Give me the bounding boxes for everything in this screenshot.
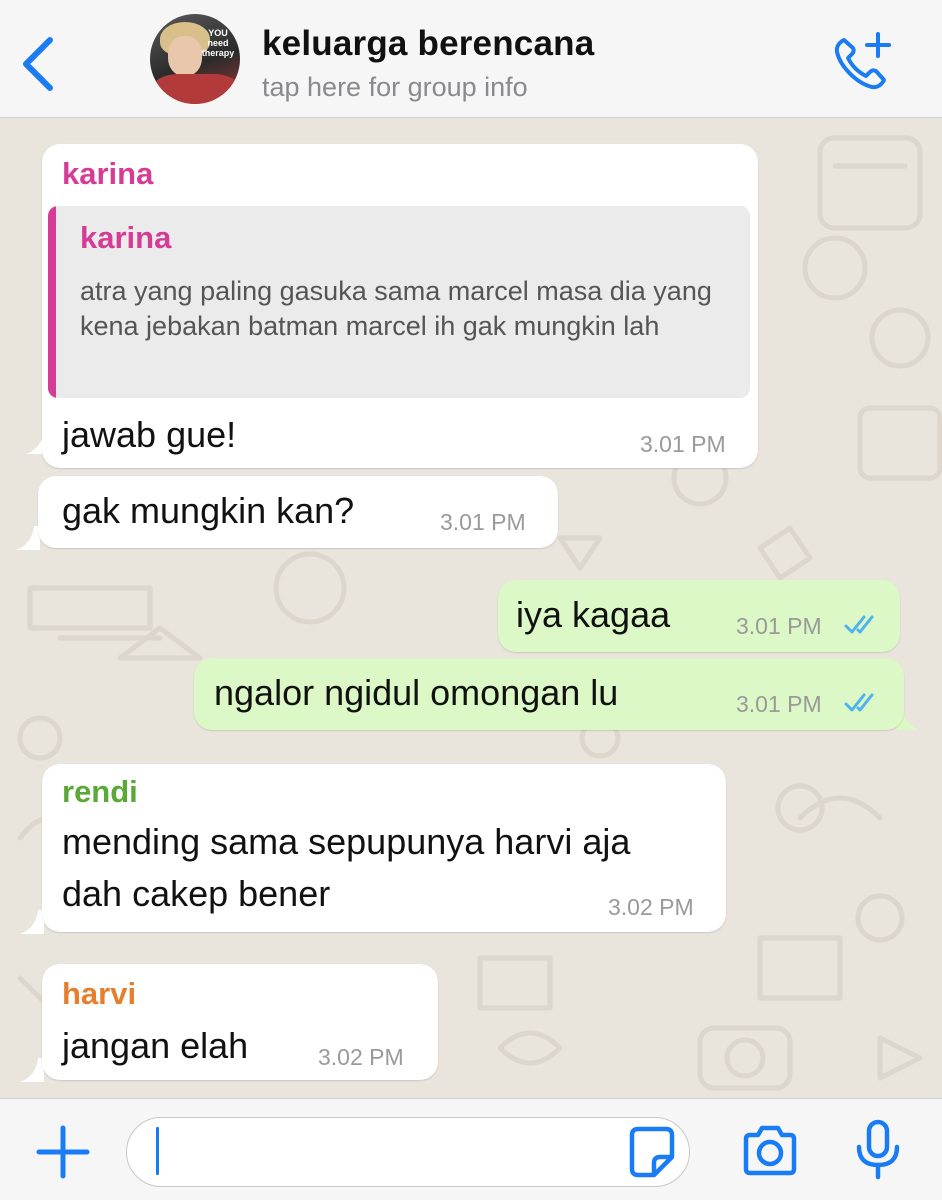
message-text: ngalor ngidul omongan lu xyxy=(214,672,619,713)
message-time: 3.01 PM xyxy=(640,431,726,457)
message-time: 3.01 PM xyxy=(440,509,526,535)
group-title[interactable]: keluarga berencana xyxy=(262,24,594,64)
add-call-button[interactable] xyxy=(830,30,894,94)
message-text: jangan elah xyxy=(62,1025,249,1066)
composer-bar xyxy=(0,1098,942,1200)
message-time: 3.01 PM xyxy=(736,691,822,717)
avatar-face xyxy=(168,36,202,76)
quoted-text: atra yang paling gasuka sama marcel masa… xyxy=(80,276,712,341)
read-receipt-icon xyxy=(844,693,874,712)
message-bubble[interactable]: karina karina atra yang paling gasuka sa… xyxy=(42,144,758,468)
sender-name: rendi xyxy=(62,774,138,809)
microphone-icon xyxy=(856,1119,900,1180)
group-avatar[interactable]: YOU need therapy xyxy=(150,14,240,104)
avatar-shirt xyxy=(154,74,238,104)
message-time: 3.02 PM xyxy=(608,894,694,920)
quoted-message[interactable]: karina atra yang paling gasuka sama marc… xyxy=(48,206,750,398)
group-info-hint[interactable]: tap here for group info xyxy=(262,72,528,103)
message-text-line: mending sama sepupunya harvi aja xyxy=(62,821,631,862)
quoted-sender: karina xyxy=(80,220,172,255)
plus-icon xyxy=(36,1125,90,1179)
chat-header: YOU need therapy keluarga berencana tap … xyxy=(0,0,942,118)
message-bubble-outgoing[interactable]: iya kagaa 3.01 PM xyxy=(498,580,900,652)
text-cursor xyxy=(156,1127,159,1175)
sender-name: karina xyxy=(62,156,154,191)
message-input[interactable] xyxy=(126,1117,690,1187)
sender-name: harvi xyxy=(62,976,137,1011)
phone-plus-icon xyxy=(834,32,891,90)
bubble-tail xyxy=(16,526,40,550)
message-list[interactable]: karina karina atra yang paling gasuka sa… xyxy=(0,118,942,1098)
bubble-tail xyxy=(20,910,44,934)
message-text: gak mungkin kan? xyxy=(62,490,355,531)
chevron-left-icon xyxy=(23,37,53,91)
camera-icon xyxy=(743,1125,797,1176)
read-receipt-icon xyxy=(844,615,874,634)
message-bubble[interactable]: harvi jangan elah 3.02 PM xyxy=(42,964,438,1080)
camera-button[interactable] xyxy=(740,1123,800,1179)
back-button[interactable] xyxy=(18,34,62,94)
bubble-tail xyxy=(20,1058,44,1082)
avatar-caption: YOU need therapy xyxy=(201,28,235,58)
message-text-line: dah cakep bener xyxy=(62,873,331,914)
quote-bar xyxy=(48,206,56,398)
sticker-icon xyxy=(629,1126,675,1178)
sticker-button[interactable] xyxy=(624,1125,680,1181)
message-bubble[interactable]: rendi mending sama sepupunya harvi aja d… xyxy=(42,764,726,932)
message-text: iya kagaa xyxy=(516,594,671,635)
voice-message-button[interactable] xyxy=(852,1119,904,1181)
message-time: 3.01 PM xyxy=(736,613,822,639)
message-time: 3.02 PM xyxy=(318,1044,404,1070)
message-text: jawab gue! xyxy=(62,414,237,455)
message-bubble-outgoing[interactable]: ngalor ngidul omongan lu 3.01 PM xyxy=(194,658,904,730)
attach-button[interactable] xyxy=(36,1125,90,1179)
message-bubble[interactable]: gak mungkin kan? 3.01 PM xyxy=(38,476,558,548)
